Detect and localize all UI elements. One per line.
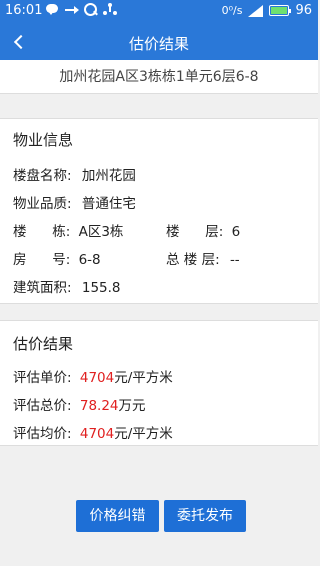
battery-icon: [269, 5, 292, 16]
total-price-value: 78.24: [79, 398, 119, 414]
estimate-row-unit: 评估单价: 4704元/平方米: [13, 366, 173, 386]
entrust-publish-button[interactable]: 委托发布: [164, 500, 246, 532]
property-info-card: 物业信息 楼盘名称: 加州花园 物业品质: 普通住宅 楼 栋: A区3栋 楼 层…: [0, 118, 318, 304]
total-suffix: 万元: [118, 398, 146, 414]
unit-suffix: 元/平方米: [114, 370, 173, 386]
info-row-quality: 物业品质: 普通住宅: [13, 192, 136, 212]
field-label: 评估总价:: [13, 398, 72, 414]
field-label: 楼 栋:: [13, 224, 71, 240]
field-label: 楼 层:: [166, 224, 224, 240]
battery-percent: 96: [295, 3, 312, 18]
info-row-total-floor: 总 楼 层: --: [166, 248, 240, 268]
estimate-row-total: 评估总价: 78.24万元: [13, 394, 146, 414]
field-value: 普通住宅: [81, 196, 136, 212]
notification-icons: [46, 3, 116, 16]
field-label: 评估均价:: [13, 426, 72, 442]
field-label: 物业品质:: [13, 196, 72, 212]
data-rate: 0⁰/s: [221, 4, 243, 17]
unit-price-value: 4704: [79, 370, 115, 386]
avg-suffix: 元/平方米: [114, 426, 173, 442]
estimate-result-card: 估价结果 评估单价: 4704元/平方米 评估总价: 78.24万元 评估均价:…: [0, 320, 318, 446]
price-correction-button[interactable]: 价格纠错: [76, 500, 159, 532]
field-label: 建筑面积:: [13, 280, 72, 296]
section-heading: 物业信息: [13, 131, 74, 149]
address-bar: 加州花园A区3栋栋1单元6层6-8: [0, 60, 318, 94]
info-row-room: 房 号: 6-8: [13, 248, 101, 268]
field-value: 6: [231, 224, 241, 240]
info-row-building: 楼 栋: A区3栋: [13, 220, 123, 240]
system-icons: 0⁰/s 96: [222, 3, 312, 18]
field-value: A区3栋: [78, 224, 124, 240]
info-row-area: 建筑面积: 155.8: [13, 276, 121, 296]
page-title: 估价结果: [128, 35, 189, 53]
field-value: 加州花园: [81, 168, 136, 184]
field-value: 6-8: [78, 252, 101, 268]
estimate-row-avg: 评估均价: 4704元/平方米: [13, 422, 173, 442]
search-app-icon: [84, 3, 97, 16]
info-row-floor: 楼 层: 6: [166, 220, 240, 240]
field-value: --: [229, 252, 240, 268]
field-label: 楼盘名称:: [13, 168, 72, 184]
field-label: 评估单价:: [13, 370, 72, 386]
status-bar: 16:01 0⁰/s 96: [0, 0, 318, 24]
share-icon: [103, 3, 116, 16]
avg-price-value: 4704: [79, 426, 115, 442]
nav-bar: 估价结果: [0, 24, 318, 60]
signal-icon: [248, 4, 264, 17]
field-label: 房 号:: [13, 252, 71, 268]
info-row-name: 楼盘名称: 加州花园: [13, 164, 136, 184]
section-heading: 估价结果: [13, 335, 74, 353]
field-value: 155.8: [81, 280, 121, 296]
usb-icon: [65, 3, 79, 16]
field-label: 总 楼 层:: [166, 252, 220, 268]
clock: 16:01: [5, 3, 43, 18]
chat-icon: [46, 3, 59, 16]
